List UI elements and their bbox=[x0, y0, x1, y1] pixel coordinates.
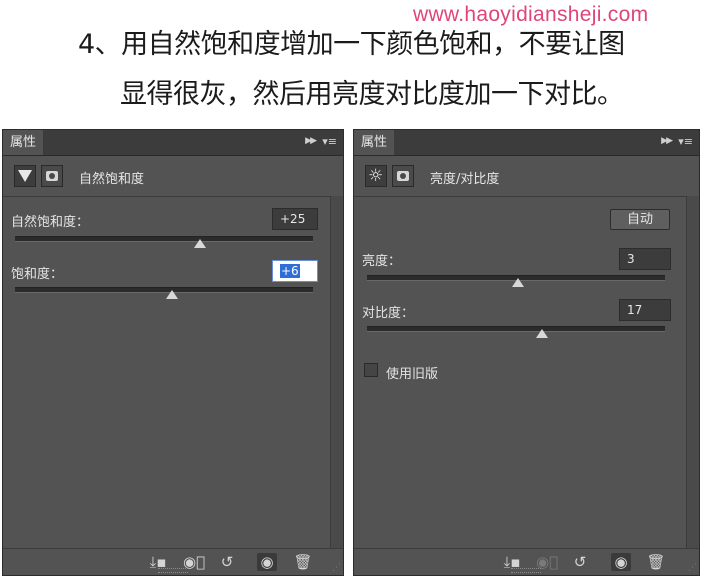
double-chevron-right-icon[interactable]: ▶▶ bbox=[661, 136, 673, 146]
properties-panel-vibrance: 属性 ▶▶ ▾≡ 自然饱和度 自然饱和度： +25 饱和度： +6 ⤓▪ ◉ͦ … bbox=[2, 129, 344, 576]
contrast-slider[interactable] bbox=[367, 326, 665, 332]
saturation-input[interactable]: +6 bbox=[272, 260, 318, 282]
saturation-slider-thumb[interactable] bbox=[166, 290, 178, 299]
contrast-input[interactable]: 17 bbox=[619, 299, 671, 321]
adjustment-header: ☼ 亮度/对比度 bbox=[354, 156, 699, 197]
saturation-slider[interactable] bbox=[15, 287, 313, 293]
trash-icon[interactable]: 🗑 bbox=[293, 553, 313, 571]
vibrance-triangle-icon bbox=[14, 165, 36, 187]
resize-corner-icon[interactable]: ⋰ bbox=[332, 563, 341, 573]
vibrance-slider[interactable] bbox=[15, 236, 313, 242]
brightness-sun-icon: ☼ bbox=[365, 165, 387, 187]
reset-icon[interactable]: ↺ bbox=[217, 553, 237, 571]
panel-scrollbar[interactable] bbox=[330, 196, 343, 549]
panel-menu-icon[interactable]: ▾≡ bbox=[322, 135, 337, 148]
adjustment-title: 自然饱和度 bbox=[79, 172, 145, 187]
caption-line-1: 4、用自然饱和度增加一下颜色饱和，不要让图 bbox=[78, 29, 625, 60]
caption-line-2: 显得很灰，然后用亮度对比度加一下对比。 bbox=[120, 79, 624, 110]
vibrance-slider-thumb[interactable] bbox=[194, 239, 206, 248]
legacy-checkbox[interactable] bbox=[364, 363, 378, 377]
eye-icon[interactable]: ◉ bbox=[257, 553, 277, 571]
brightness-input[interactable]: 3 bbox=[619, 248, 671, 270]
panel-tab-bar: 属性 ▶▶ ▾≡ bbox=[354, 130, 699, 156]
brightness-slider-thumb[interactable] bbox=[512, 278, 524, 287]
auto-button[interactable]: 自动 bbox=[610, 209, 670, 230]
layer-mask-icon[interactable] bbox=[392, 165, 414, 187]
properties-panel-brightness-contrast: 属性 ▶▶ ▾≡ ☼ 亮度/对比度 自动 亮度： 3 对比度： 17 使用旧版 … bbox=[353, 129, 700, 576]
adjustment-header: 自然饱和度 bbox=[3, 156, 343, 197]
saturation-label: 饱和度： bbox=[11, 267, 64, 282]
saturation-input-value: +6 bbox=[280, 264, 300, 278]
eye-icon[interactable]: ◉ bbox=[611, 553, 631, 571]
tab-properties[interactable]: 属性 bbox=[354, 130, 394, 155]
double-chevron-right-icon[interactable]: ▶▶ bbox=[305, 136, 317, 146]
panel-footer: ⤓▪ ◉ͦ ↺ ◉ 🗑 ⋰ bbox=[3, 548, 343, 575]
trash-icon[interactable]: 🗑 bbox=[646, 553, 666, 571]
panel-menu-icon[interactable]: ▾≡ bbox=[678, 135, 693, 148]
contrast-label: 对比度： bbox=[362, 306, 415, 321]
vibrance-label: 自然饱和度： bbox=[11, 215, 90, 230]
panel-footer: ⤓▪ ◉ͦ ↺ ◉ 🗑 ⋰ bbox=[354, 548, 699, 575]
vibrance-input[interactable]: +25 bbox=[272, 208, 318, 230]
resize-grip[interactable] bbox=[158, 568, 188, 573]
tab-properties[interactable]: 属性 bbox=[3, 130, 43, 155]
legacy-label: 使用旧版 bbox=[386, 367, 439, 382]
layer-mask-icon[interactable] bbox=[41, 165, 63, 187]
contrast-slider-thumb[interactable] bbox=[536, 329, 548, 338]
brightness-label: 亮度： bbox=[362, 254, 402, 269]
adjustment-title: 亮度/对比度 bbox=[430, 172, 500, 187]
panel-tab-bar: 属性 ▶▶ ▾≡ bbox=[3, 130, 343, 156]
panel-scrollbar[interactable] bbox=[686, 196, 699, 549]
resize-corner-icon[interactable]: ⋰ bbox=[688, 563, 697, 573]
reset-icon[interactable]: ↺ bbox=[570, 553, 590, 571]
resize-grip[interactable] bbox=[511, 568, 541, 573]
